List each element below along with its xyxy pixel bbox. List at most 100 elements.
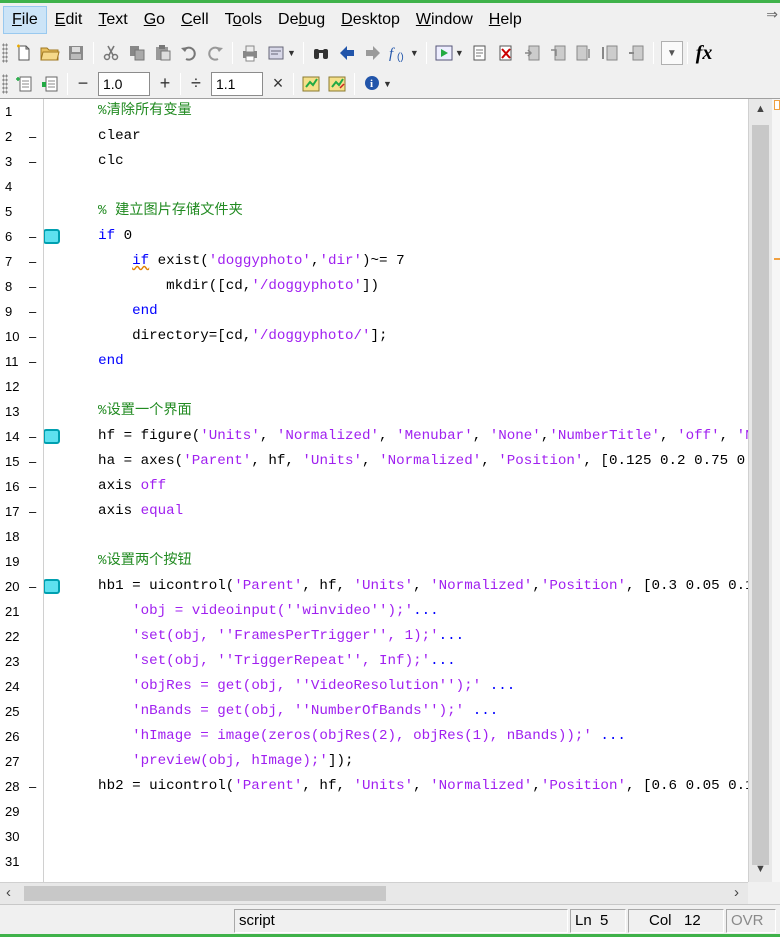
menu-file[interactable]: File: [3, 6, 47, 34]
step-in-icon[interactable]: [546, 41, 570, 65]
line-number-row[interactable]: 20–: [0, 574, 64, 599]
code-line[interactable]: directory=[cd,'/doggyphoto/'];: [64, 324, 387, 349]
continue-icon[interactable]: [598, 41, 622, 65]
code-line[interactable]: 'set(obj, ''FramesPerTrigger'', 1);'...: [64, 624, 464, 649]
executable-line-marker[interactable]: –: [29, 324, 39, 349]
help-info-icon[interactable]: i: [360, 72, 384, 96]
line-number-row[interactable]: 29: [0, 799, 64, 824]
code-line[interactable]: clc: [64, 149, 124, 174]
clear-breakpoints-icon[interactable]: [494, 41, 518, 65]
executable-line-marker[interactable]: –: [29, 274, 39, 299]
step-out-icon[interactable]: [572, 41, 596, 65]
set-breakpoint-icon[interactable]: [468, 41, 492, 65]
chevron-down-icon[interactable]: ▼: [383, 79, 392, 89]
code-fold-marker-icon[interactable]: [43, 579, 60, 594]
menu-text[interactable]: Text: [90, 6, 135, 34]
step-icon[interactable]: [520, 41, 544, 65]
scroll-down-arrow-icon[interactable]: ▼: [755, 863, 766, 875]
paste-icon[interactable]: [151, 41, 175, 65]
code-line[interactable]: hb2 = uicontrol('Parent', hf, 'Units', '…: [64, 774, 748, 799]
copy-icon[interactable]: [125, 41, 149, 65]
toolbar-grip[interactable]: [2, 43, 8, 63]
open-folder-icon[interactable]: [38, 41, 62, 65]
line-number-row[interactable]: 2–: [0, 124, 64, 149]
new-file-icon[interactable]: [12, 41, 36, 65]
scroll-up-arrow-icon[interactable]: ▲: [755, 103, 766, 115]
line-number-row[interactable]: 6–: [0, 224, 64, 249]
code-line[interactable]: 'obj = videoinput(''winvideo'');'...: [64, 599, 439, 624]
line-number-row[interactable]: 31: [0, 849, 64, 874]
toolbar-grip[interactable]: [2, 73, 8, 94]
executable-line-marker[interactable]: –: [29, 299, 39, 324]
line-number-row[interactable]: 15–: [0, 449, 64, 474]
code-line[interactable]: %设置一个界面: [64, 399, 192, 424]
line-number-row[interactable]: 27: [0, 749, 64, 774]
code-line[interactable]: hb1 = uicontrol('Parent', hf, 'Units', '…: [64, 574, 748, 599]
menu-window[interactable]: Window: [408, 6, 481, 34]
line-number-row[interactable]: 9–: [0, 299, 64, 324]
warning-marker[interactable]: [774, 258, 780, 260]
executable-line-marker[interactable]: –: [29, 574, 39, 599]
line-number-row[interactable]: 19: [0, 549, 64, 574]
executable-line-marker[interactable]: –: [29, 349, 39, 374]
line-number-row[interactable]: 5: [0, 199, 64, 224]
code-line[interactable]: ha = axes('Parent', hf, 'Units', 'Normal…: [64, 449, 748, 474]
line-number-row[interactable]: 23: [0, 649, 64, 674]
line-number-row[interactable]: 16–: [0, 474, 64, 499]
code-line[interactable]: hf = figure('Units', 'Normalized', 'Menu…: [64, 424, 748, 449]
message-indicator-icon[interactable]: [774, 100, 780, 110]
executable-line-marker[interactable]: –: [29, 124, 39, 149]
executable-line-marker[interactable]: –: [29, 499, 39, 524]
code-editor[interactable]: 1 2–3–4 5 6–7–8–9–10–11–12 13 14–15–16–17–18 1…: [0, 99, 780, 882]
code-line[interactable]: end: [64, 349, 124, 374]
run-icon[interactable]: [432, 41, 456, 65]
executable-line-marker[interactable]: –: [29, 474, 39, 499]
menu-help[interactable]: Help: [481, 6, 530, 34]
chevron-down-icon[interactable]: ▼: [410, 48, 419, 58]
line-number-row[interactable]: 25: [0, 699, 64, 724]
menu-debug[interactable]: Debug: [270, 6, 333, 34]
vertical-scroll-thumb[interactable]: [752, 125, 769, 865]
decrement-button[interactable]: −: [72, 73, 94, 94]
code-fold-marker-icon[interactable]: [43, 429, 60, 444]
line-number-row[interactable]: 18: [0, 524, 64, 549]
line-number-row[interactable]: 12: [0, 374, 64, 399]
cut-icon[interactable]: [99, 41, 123, 65]
menu-tools[interactable]: Tools: [217, 6, 270, 34]
line-number-row[interactable]: 30: [0, 824, 64, 849]
executable-line-marker[interactable]: –: [29, 774, 39, 799]
horizontal-scrollbar[interactable]: ‹ ›: [0, 882, 748, 904]
executable-line-marker[interactable]: –: [29, 449, 39, 474]
code-line[interactable]: if exist('doggyphoto','dir')~= 7: [64, 249, 404, 274]
code-line[interactable]: 'objRes = get(obj, ''VideoResolution'');…: [64, 674, 515, 699]
redo-icon[interactable]: [203, 41, 227, 65]
exit-debug-icon[interactable]: [624, 41, 648, 65]
line-number-row[interactable]: 10–: [0, 324, 64, 349]
evaluate-cell-icon[interactable]: [38, 72, 62, 96]
go-forward-arrow-icon[interactable]: [361, 41, 385, 65]
code-line[interactable]: mkdir([cd,'/doggyphoto']): [64, 274, 379, 299]
menu-cell[interactable]: Cell: [173, 6, 217, 34]
code-area[interactable]: %清除所有变量 clear clc % 建立图片存储文件夹 if 0 if ex…: [64, 99, 748, 882]
line-number-row[interactable]: 14–: [0, 424, 64, 449]
menubar-overflow-icon[interactable]: ⇒: [766, 6, 778, 23]
line-number-row[interactable]: 7–: [0, 249, 64, 274]
evaluate-entire-file-icon[interactable]: [325, 72, 349, 96]
line-number-row[interactable]: 26: [0, 724, 64, 749]
find-binoculars-icon[interactable]: [309, 41, 333, 65]
print-icon[interactable]: [238, 41, 262, 65]
menu-desktop[interactable]: Desktop: [333, 6, 408, 34]
code-line[interactable]: 'set(obj, ''TriggerRepeat'', Inf);'...: [64, 649, 456, 674]
code-line[interactable]: end: [64, 299, 158, 324]
line-number-row[interactable]: 3–: [0, 149, 64, 174]
evaluate-and-advance-icon[interactable]: [299, 72, 323, 96]
save-icon[interactable]: [64, 41, 88, 65]
go-back-arrow-icon[interactable]: [335, 41, 359, 65]
publish-icon[interactable]: [264, 41, 288, 65]
chevron-down-icon[interactable]: ▼: [287, 48, 296, 58]
code-line[interactable]: 'hImage = image(zeros(objRes(2), objRes(…: [64, 724, 626, 749]
multiply-button[interactable]: ×: [267, 73, 289, 94]
code-line[interactable]: % 建立图片存储文件夹: [64, 199, 243, 224]
line-number-row[interactable]: 8–: [0, 274, 64, 299]
executable-line-marker[interactable]: –: [29, 224, 39, 249]
